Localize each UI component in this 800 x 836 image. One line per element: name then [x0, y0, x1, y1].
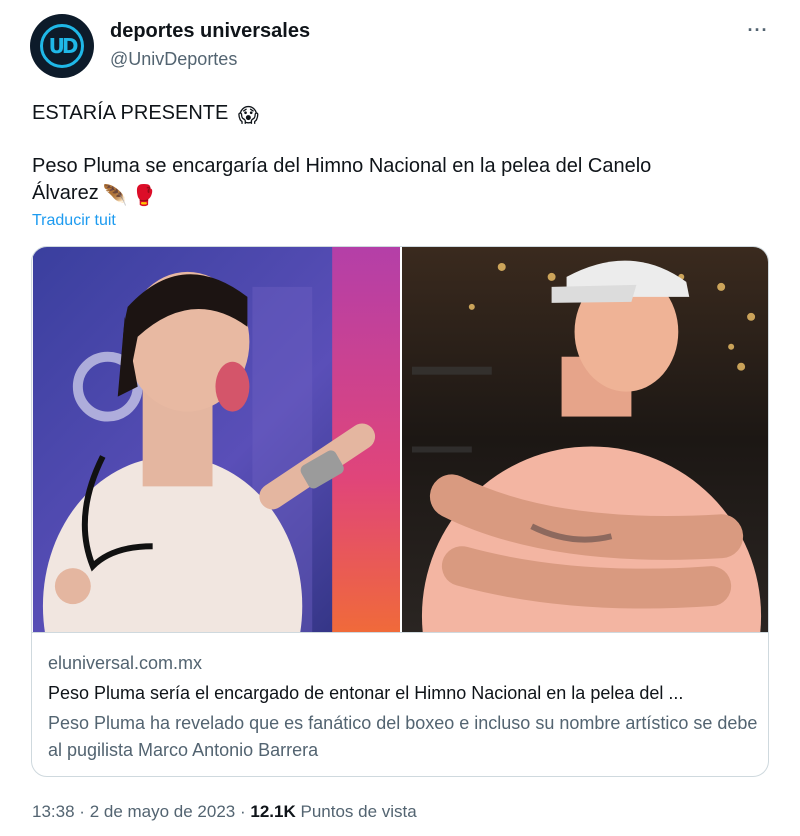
card-description: Peso Pluma ha revelado que es fanático d…: [48, 713, 758, 760]
feather-emoji: 🪶: [102, 185, 128, 207]
views-label: Puntos de vista: [300, 802, 417, 821]
boxing-glove-emoji: 🥊: [131, 185, 157, 207]
translate-tweet-link[interactable]: Traducir tuit: [32, 212, 116, 230]
author-display-name[interactable]: deportes universales: [110, 20, 310, 43]
screaming-face-emoji: 😱: [237, 105, 259, 127]
card-title: Peso Pluma sería el encargado de entonar…: [48, 683, 684, 703]
tweet-date[interactable]: 2 de mayo de 2023: [90, 802, 236, 821]
tweet-time[interactable]: 13:38: [32, 802, 75, 821]
tweet-metadata: 13:38 · 2 de mayo de 2023 · 12.1K Puntos…: [32, 802, 417, 822]
avatar[interactable]: UD: [30, 14, 94, 78]
tweet: UD deportes universales @UnivDeportes ··…: [0, 0, 800, 836]
tweet-text-continuation: Álvarez: [32, 182, 99, 204]
card-domain: eluniversal.com.mx: [48, 653, 203, 673]
more-options-icon[interactable]: ···: [744, 20, 772, 44]
author-handle[interactable]: @UnivDeportes: [110, 49, 237, 70]
meta-separator: ·: [239, 802, 246, 821]
tweet-text-line-3: Álvarez 🪶 🥊: [32, 182, 157, 208]
tweet-text-line-2: Peso Pluma se encargaría del Himno Nacio…: [32, 155, 652, 177]
link-preview-card[interactable]: eluniversal.com.mx Peso Pluma sería el e…: [31, 246, 769, 777]
peso-pluma-photo: [32, 247, 401, 632]
avatar-logo: UD: [40, 24, 84, 68]
tweet-text-line-1: ESTARÍA PRESENTE 😱: [32, 102, 259, 128]
card-image[interactable]: [32, 247, 769, 633]
avatar-logo-text: UD: [48, 34, 79, 58]
meta-separator: ·: [79, 802, 85, 821]
canelo-alvarez-photo: [401, 247, 768, 632]
views-count: 12.1K: [250, 802, 296, 821]
tweet-text-headline: ESTARÍA PRESENTE: [32, 102, 229, 124]
